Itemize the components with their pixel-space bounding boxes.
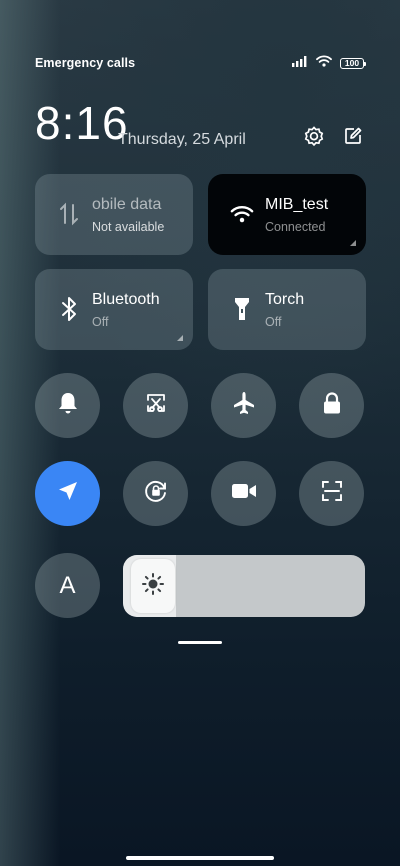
wifi-status: Connected: [265, 220, 326, 234]
date-text: Thursday, 25 April: [118, 131, 246, 148]
mobile-data-icon: [57, 200, 81, 228]
status-icons: 100: [292, 54, 366, 72]
mobile-data-status: Not available: [92, 220, 165, 234]
edit-icon[interactable]: [341, 124, 365, 148]
sun-icon: [141, 572, 165, 601]
status-bar: Emergency calls o 100: [35, 52, 366, 74]
wifi-icon: [230, 200, 254, 228]
wifi-icon: [316, 54, 332, 72]
wifi-network-name: MIB_test: [265, 196, 329, 213]
brightness-handle[interactable]: [131, 559, 175, 613]
torch-icon: [230, 295, 254, 323]
lock-icon: [321, 391, 343, 420]
battery-icon: 100: [340, 57, 366, 69]
auto-brightness-label: A: [59, 571, 76, 599]
carrier-status-text: Emergency calls o: [35, 56, 137, 70]
lock-screen-toggle[interactable]: [299, 373, 364, 438]
location-icon: [57, 480, 79, 507]
expand-corner-icon[interactable]: [350, 240, 356, 246]
location-toggle[interactable]: [35, 461, 100, 526]
bell-icon: [57, 391, 79, 420]
screenshot-toggle[interactable]: [123, 373, 188, 438]
video-icon: [231, 482, 257, 505]
bluetooth-tile[interactable]: Bluetooth Off: [35, 269, 193, 350]
bluetooth-status: Off: [92, 315, 109, 329]
torch-tile[interactable]: Torch Off: [208, 269, 366, 350]
settings-icon[interactable]: [302, 124, 326, 148]
scan-icon: [320, 479, 344, 508]
torch-status: Off: [265, 315, 282, 329]
scanner-toggle[interactable]: [299, 461, 364, 526]
panel-drag-handle[interactable]: [178, 641, 222, 644]
auto-brightness-toggle[interactable]: A: [35, 553, 100, 618]
clock-time: 8:16: [35, 97, 129, 149]
airplane-mode-toggle[interactable]: [211, 373, 276, 438]
rotation-lock-icon: [143, 478, 169, 509]
brightness-slider[interactable]: [123, 555, 365, 617]
mobile-data-label: obile data: [92, 196, 162, 213]
expand-corner-icon[interactable]: [177, 335, 183, 341]
mobile-data-tile[interactable]: obile data Not available: [35, 174, 193, 255]
airplane-icon: [231, 390, 257, 421]
home-indicator[interactable]: [126, 856, 274, 860]
torch-label: Torch: [265, 291, 305, 308]
bluetooth-icon: [57, 295, 81, 323]
bluetooth-label: Bluetooth: [92, 291, 160, 308]
sound-toggle[interactable]: [35, 373, 100, 438]
signal-icon: [292, 54, 308, 72]
screenshot-icon: [144, 391, 168, 420]
screen-recorder-toggle[interactable]: [211, 461, 276, 526]
rotation-lock-toggle[interactable]: [123, 461, 188, 526]
wifi-tile[interactable]: MIB_test Connected: [208, 174, 366, 255]
